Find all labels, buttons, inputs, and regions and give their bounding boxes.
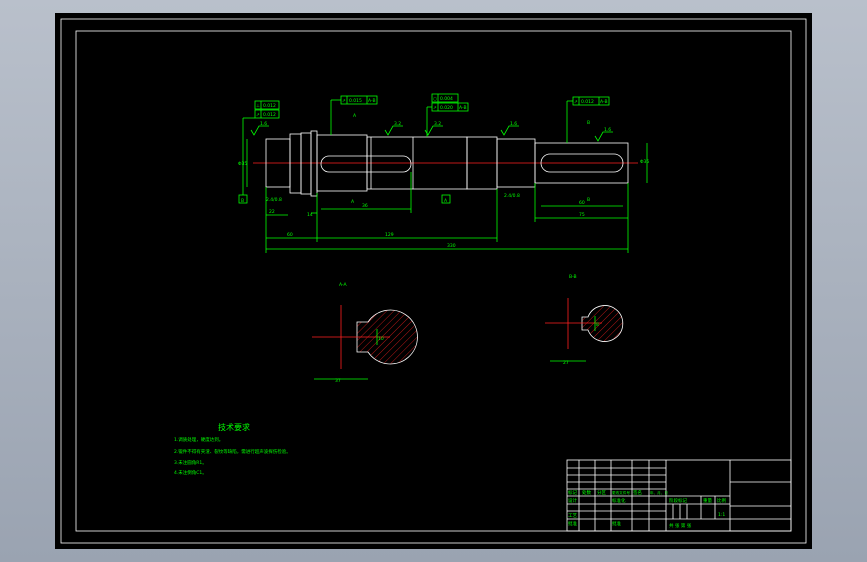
tech-req-line: 1.调质处理，硬度达到。: [174, 436, 223, 443]
roughness-symbol: 1.6: [500, 121, 519, 136]
tb-approve2: 批准: [612, 520, 621, 527]
svg-text:↗: ↗: [256, 113, 260, 118]
dim-mid: 129: [385, 232, 394, 238]
svg-text:0.020: 0.020: [440, 105, 453, 111]
svg-text:0.004: 0.004: [440, 96, 453, 102]
roughness-symbol: 1.6: [594, 127, 613, 142]
tb-scale-value: 1:1: [718, 512, 725, 518]
svg-text:1.6: 1.6: [510, 121, 517, 127]
svg-text:0.015: 0.015: [349, 98, 362, 104]
svg-text:0.012: 0.012: [263, 103, 276, 109]
svg-text:⊥: ⊥: [256, 103, 260, 109]
tolerance-frame: ↗ 0.012: [254, 109, 280, 119]
tolerance-frames: ⊥ 0.012 ↗ 0.012 ↗ 0.015 A-B ○ 0.004 ↗ 0.…: [242, 93, 610, 195]
tb-standard: 标准化: [612, 497, 626, 504]
tech-req-line: 3.未注圆角R1。: [174, 459, 207, 466]
technical-requirements: 技术要求 1.调质处理，硬度达到。 2.锻件不得有夹渣、裂纹等缺陷，需进行超声波…: [174, 422, 291, 476]
roughness-symbol: 1.6: [250, 121, 269, 136]
svg-text:0.012: 0.012: [581, 99, 594, 105]
shaft-seg-3: [300, 132, 312, 195]
svg-text:3.2: 3.2: [394, 121, 401, 127]
svg-text:↗: ↗: [342, 99, 346, 104]
tolerance-frame: ↗ 0.012 A-B: [572, 96, 610, 106]
tech-req-title: 技术要求: [218, 422, 250, 432]
tolerance-frame: ↗ 0.020 A-B: [431, 102, 469, 112]
tolerance-frame: ↗ 0.015 A-B: [340, 95, 378, 105]
section-b-view: B-B 27 8: [545, 274, 624, 366]
tech-req-line: 2.锻件不得有夹渣、裂纹等缺陷，需进行超声波探伤检验。: [174, 448, 291, 455]
dim-collar: 2.4/0.8: [266, 197, 282, 203]
roughness-marks: 1.6 3.2 3.2 1.6 1.6: [250, 121, 613, 142]
datum-b: B: [241, 198, 244, 204]
dim-dia-right-text: Φ35: [640, 159, 649, 165]
section-b-shape: [581, 305, 624, 342]
section-mark: B: [587, 120, 590, 126]
svg-text:A-B: A-B: [459, 105, 467, 111]
tb-sheet: 共 张 第 张: [669, 522, 692, 529]
svg-text:0.012: 0.012: [263, 112, 276, 118]
dim-chamfer: 2.4/0.8: [504, 193, 520, 199]
tolerance-frame: ○ 0.004: [431, 93, 459, 103]
tb-design: 设计: [568, 497, 577, 504]
section-b-dia: 27: [563, 360, 569, 366]
tech-req-line: 4.未注倒角C1。: [174, 469, 207, 476]
section-mark: B: [587, 197, 590, 203]
shaft-main-view: [253, 130, 638, 197]
dim-mid-small: 14: [307, 212, 313, 218]
dim-left: 60: [287, 232, 293, 238]
cad-viewport[interactable]: 330 60 129 22 14 36 60 75 Φ35 Φ35 2.4/0.…: [0, 0, 867, 562]
section-a-title: A-A: [339, 282, 348, 288]
section-b-title: B-B: [569, 274, 577, 280]
section-a-dia: 37: [335, 378, 341, 384]
roughness-symbol: 3.2: [424, 121, 443, 136]
roughness-symbol: 3.2: [384, 121, 403, 136]
svg-text:3.2: 3.2: [434, 121, 441, 127]
section-mark: A: [351, 199, 355, 205]
tolerance-frame: ⊥ 0.012: [254, 100, 280, 110]
tb-weight: 重量: [703, 497, 712, 504]
tb-label: 签名: [633, 489, 642, 496]
drawing-canvas[interactable]: 330 60 129 22 14 36 60 75 Φ35 Φ35 2.4/0.…: [55, 13, 812, 549]
svg-text:A-B: A-B: [368, 98, 376, 104]
shaft-drawing: 330 60 129 22 14 36 60 75 Φ35 Φ35 2.4/0.…: [60, 18, 807, 544]
dim-key-a: 36: [362, 203, 368, 209]
dim-right: 75: [579, 212, 585, 218]
tb-label: 年、月、日: [650, 490, 668, 495]
svg-text:1.6: 1.6: [260, 121, 267, 127]
dim-key-b: 60: [579, 200, 585, 206]
svg-text:1.6: 1.6: [604, 127, 611, 133]
svg-text:A-B: A-B: [600, 99, 608, 105]
title-block: 标记 处数 分区 更改文件号 签名 年、月、日 设计 标准化 阶段标记 重量 比…: [566, 459, 792, 532]
dim-left-small: 22: [269, 209, 275, 215]
tb-scale: 比例: [717, 497, 726, 504]
svg-text:↗: ↗: [574, 100, 578, 105]
datum-labels: B A A A B B: [238, 113, 590, 205]
tb-label: 分区: [597, 489, 606, 496]
section-a-key: 10: [378, 336, 384, 342]
svg-text:○: ○: [433, 97, 437, 102]
dimensions: 330 60 129 22 14 36 60 75 Φ35 Φ35 2.4/0.…: [238, 139, 649, 253]
tb-process: 工艺: [568, 513, 577, 519]
tb-label: 处数: [582, 489, 591, 496]
section-mark: A: [353, 113, 357, 119]
tb-label: 标记: [568, 489, 577, 496]
keyway-a: [320, 155, 412, 173]
section-b-key: 8: [596, 322, 599, 328]
shaft-seg-2: [289, 133, 302, 194]
tb-stage: 阶段标记: [669, 497, 687, 504]
dim-total: 330: [447, 243, 456, 249]
tb-approve: 批准: [568, 520, 577, 527]
svg-text:↗: ↗: [433, 106, 437, 111]
tb-label: 更改文件号: [612, 490, 630, 495]
section-a-view: A-A 37 10: [312, 282, 418, 384]
shaft-collar: [310, 130, 318, 197]
